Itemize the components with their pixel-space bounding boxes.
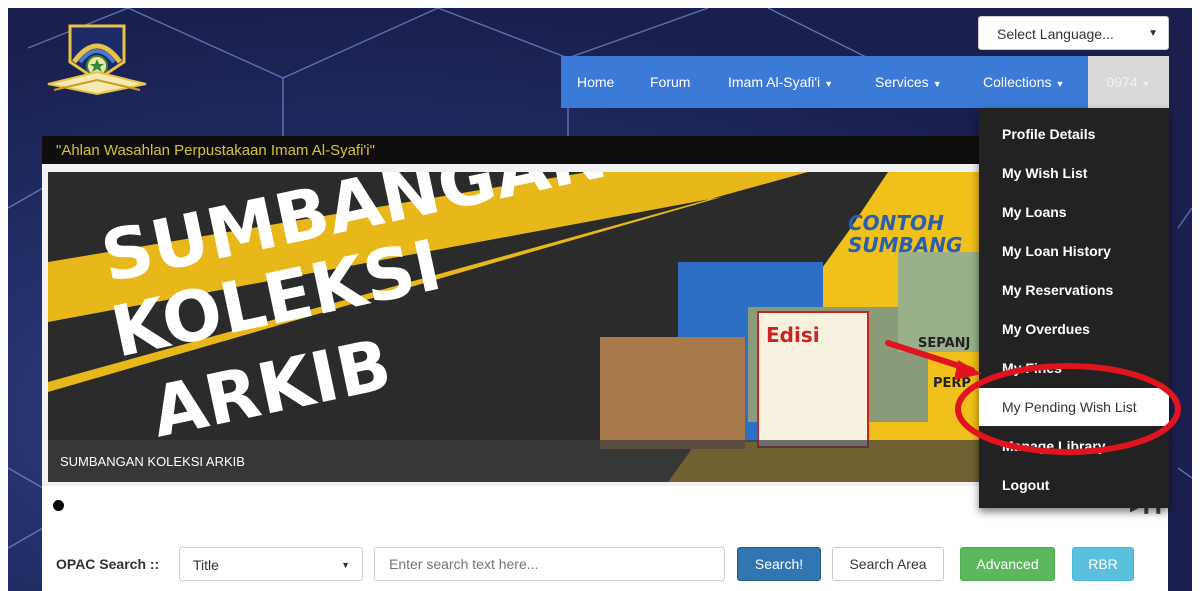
chevron-down-icon: ▼ [1148,28,1158,39]
advanced-label: Advanced [976,556,1039,572]
search-input[interactable] [374,547,725,581]
menu-item-my-fines[interactable]: My Fines [1002,360,1062,376]
nav-forum[interactable]: Forum [650,56,690,108]
main-navbar: Home Forum Imam Al-Syafi'i ▼ Services ▼ Co… [561,56,1169,108]
advanced-search-button[interactable]: Advanced [960,547,1055,581]
search-button-label: Search! [754,556,804,572]
search-area-label: Search Area [849,556,927,572]
nav-collections-label: Collections [983,74,1052,90]
menu-item-my-reservations[interactable]: My Reservations [1002,282,1113,298]
rbr-label: RBR [1088,556,1118,572]
caret-down-icon: ▼ [932,79,942,89]
caret-down-icon: ▼ [824,79,834,89]
nav-imam-al-syafii[interactable]: Imam Al-Syafi'i ▼ [728,56,833,108]
menu-item-my-pending-wish-list-label: My Pending Wish List [1002,399,1137,415]
nav-home[interactable]: Home [577,56,614,108]
banner-fragment-1: SEPANJ [918,336,970,351]
language-select[interactable]: Select Language... ▼ [978,16,1169,50]
nav-user-menu[interactable]: 0974 ▼ [1088,56,1169,108]
search-field-select[interactable]: Title ▼ [179,547,363,581]
opac-search-label: OPAC Search :: [56,556,160,572]
banner-side-text-2: SUMBANG [848,233,962,257]
menu-item-my-loans[interactable]: My Loans [1002,204,1067,220]
nav-home-label: Home [577,74,615,90]
nav-services-label: Services [875,74,929,90]
search-area-button[interactable]: Search Area [832,547,944,581]
nav-imam-label: Imam Al-Syafi'i [728,74,821,90]
caret-down-icon: ▼ [1055,79,1065,89]
tagline-text: "Ahlan Wasahlan Perpustakaan Imam Al-Sya… [56,142,375,159]
chevron-down-icon: ▼ [341,560,350,570]
search-field-selected: Title [193,557,219,573]
menu-item-my-pending-wish-list[interactable]: My Pending Wish List [979,388,1169,426]
nav-forum-label: Forum [650,74,691,90]
banner-fragment-2: PERP [933,376,971,391]
banner-fragment-3: Edisi [766,323,820,347]
library-logo[interactable] [44,22,150,100]
banner-side-text-1: CONTOH [848,211,944,235]
menu-item-my-wish-list[interactable]: My Wish List [1002,165,1087,181]
caret-down-icon: ▼ [1141,79,1151,89]
menu-item-my-loan-history[interactable]: My Loan History [1002,243,1111,259]
menu-item-my-overdues[interactable]: My Overdues [1002,321,1090,337]
carousel-indicator-dot[interactable] [53,500,64,511]
language-select-label: Select Language... [997,26,1114,42]
search-button[interactable]: Search! [737,547,821,581]
user-id-label: 0974 [1106,74,1138,90]
menu-item-profile-details[interactable]: Profile Details [1002,126,1095,142]
nav-collections[interactable]: Collections ▼ [983,56,1064,108]
user-dropdown-menu: Profile Details My Wish List My Loans My… [979,108,1169,508]
menu-item-manage-library[interactable]: Manage Library [1002,438,1105,454]
nav-services[interactable]: Services ▼ [875,56,942,108]
rbr-button[interactable]: RBR [1072,547,1134,581]
banner-caption-text: SUMBANGAN KOLEKSI ARKIB [60,454,245,469]
menu-item-logout[interactable]: Logout [1002,477,1049,493]
